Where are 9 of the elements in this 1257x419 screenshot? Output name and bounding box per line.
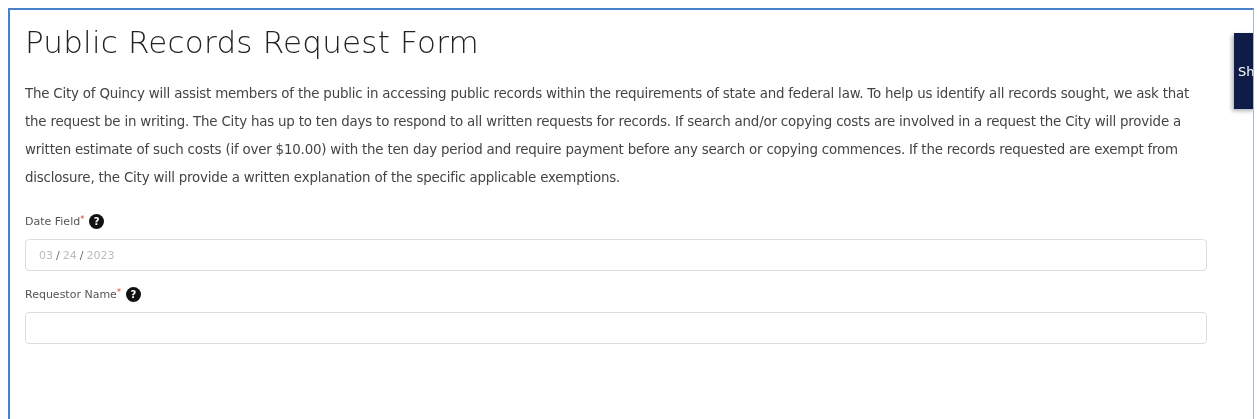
- intro-paragraph: The City of Quincy will assist members of the public in accessing public records within the requirements of state and federal law. To help us identify all records sought, we ask that the request be in writing. The City has up to ten days to respond to all written requests for records. If search and/or copying costs are involved in a request the City will provide a written estimate of such costs (if over $10.00) with the ten day period and require payment before any search or copying commences. If the records requested are exempt from disclosure, the City will provide a written explanation of the specific applicable exemptions.: [25, 85, 1191, 187]
- side-tab[interactable]: Sh: [1234, 33, 1253, 109]
- date-field[interactable]: 03 / 24 / 2023: [25, 239, 1207, 271]
- field-label: Requestor Name*: [25, 288, 121, 301]
- form-title: Public Records Request Form: [25, 24, 480, 60]
- input-field[interactable]: [25, 312, 1207, 344]
- help-icon[interactable]: ?: [89, 214, 105, 229]
- help-icon[interactable]: ?: [125, 287, 141, 302]
- field-label: Date Field*: [25, 215, 85, 228]
